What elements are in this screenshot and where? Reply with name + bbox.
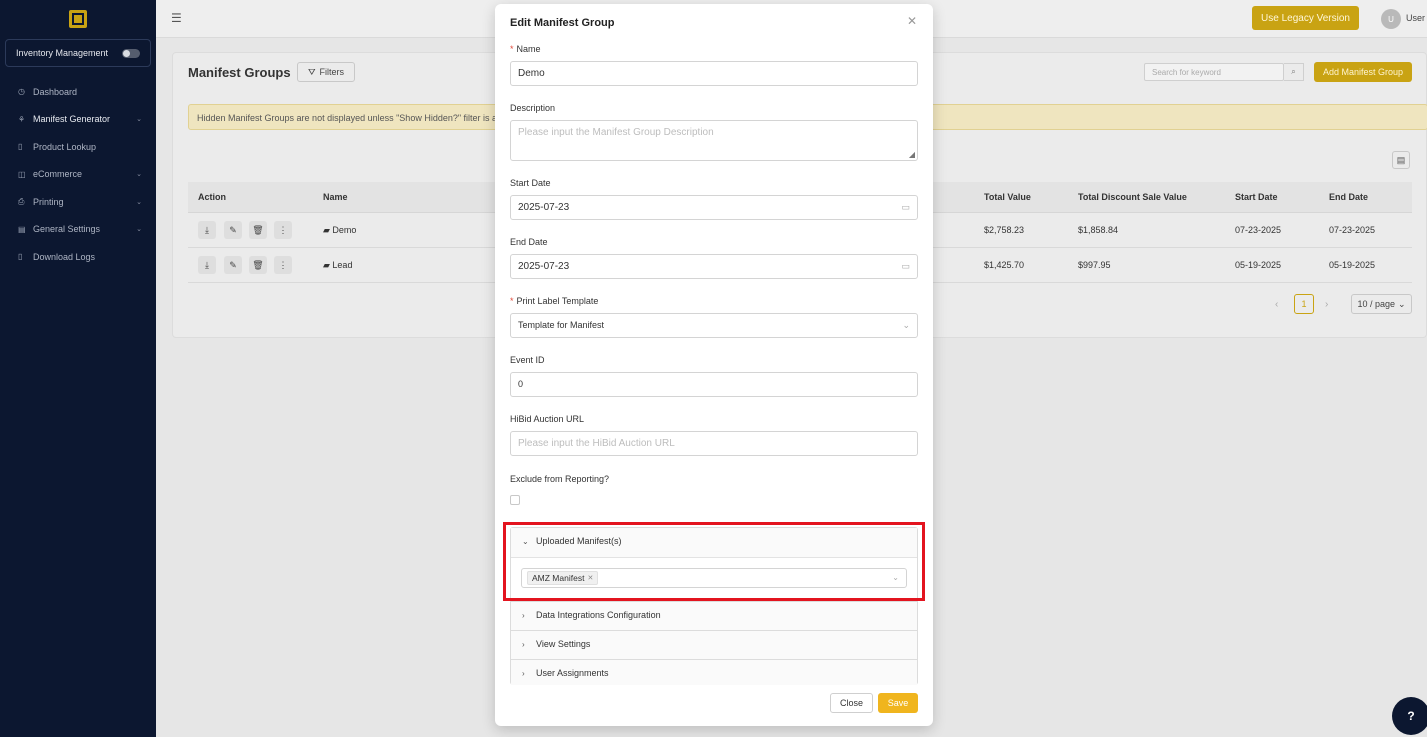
resize-handle-icon[interactable]: ◢ — [909, 150, 915, 159]
end-date-label: End Date — [510, 237, 548, 247]
name-field[interactable]: Demo — [510, 61, 918, 86]
chevron-right-icon: › — [522, 669, 525, 678]
start-date-field[interactable]: 2025-07-23 ▭ — [510, 195, 918, 220]
exclude-reporting-label: Exclude from Reporting? — [510, 474, 610, 484]
calendar-icon: ▭ — [901, 261, 910, 271]
event-id-field[interactable]: 0 — [510, 372, 918, 397]
panel-view-settings[interactable]: › View Settings — [511, 630, 917, 659]
hibid-url-label: HiBid Auction URL — [510, 414, 585, 424]
calendar-icon: ▭ — [901, 202, 910, 212]
chevron-down-icon: ⌄ — [902, 320, 910, 330]
description-field[interactable]: Please input the Manifest Group Descript… — [510, 120, 918, 161]
print-template-value: Template for Manifest — [518, 320, 605, 330]
panel-label: View Settings — [536, 639, 591, 649]
panel-data-integrations[interactable]: › Data Integrations Configuration — [511, 601, 917, 630]
end-date-field[interactable]: 2025-07-23 ▭ — [510, 254, 918, 279]
chevron-right-icon: › — [522, 611, 525, 620]
name-label: * Name — [510, 44, 541, 54]
edit-manifest-group-modal: Edit Manifest Group ✕ * Name Demo Descrip… — [495, 4, 933, 726]
panel-user-assignments[interactable]: › User Assignments — [511, 659, 917, 685]
description-label: Description — [510, 103, 556, 113]
hibid-url-field[interactable]: Please input the HiBid Auction URL — [510, 431, 918, 456]
start-date-label: Start Date — [510, 178, 551, 188]
close-icon[interactable]: ✕ — [907, 14, 917, 28]
print-template-label: * Print Label Template — [510, 296, 599, 306]
chevron-right-icon: › — [522, 640, 525, 649]
close-button[interactable]: Close — [830, 693, 873, 713]
help-button[interactable]: ? — [1392, 697, 1427, 735]
modal-title: Edit Manifest Group — [510, 17, 615, 29]
save-button[interactable]: Save — [878, 693, 918, 713]
print-template-select[interactable]: Template for Manifest ⌄ — [510, 313, 918, 338]
end-date-value: 2025-07-23 — [518, 261, 570, 272]
start-date-value: 2025-07-23 — [518, 202, 570, 213]
panel-label: Data Integrations Configuration — [536, 610, 661, 620]
description-placeholder: Please input the Manifest Group Descript… — [518, 127, 714, 138]
exclude-reporting-checkbox[interactable] — [510, 495, 520, 505]
event-id-label: Event ID — [510, 355, 545, 365]
highlight-box — [503, 522, 925, 601]
panel-label: User Assignments — [536, 668, 609, 678]
